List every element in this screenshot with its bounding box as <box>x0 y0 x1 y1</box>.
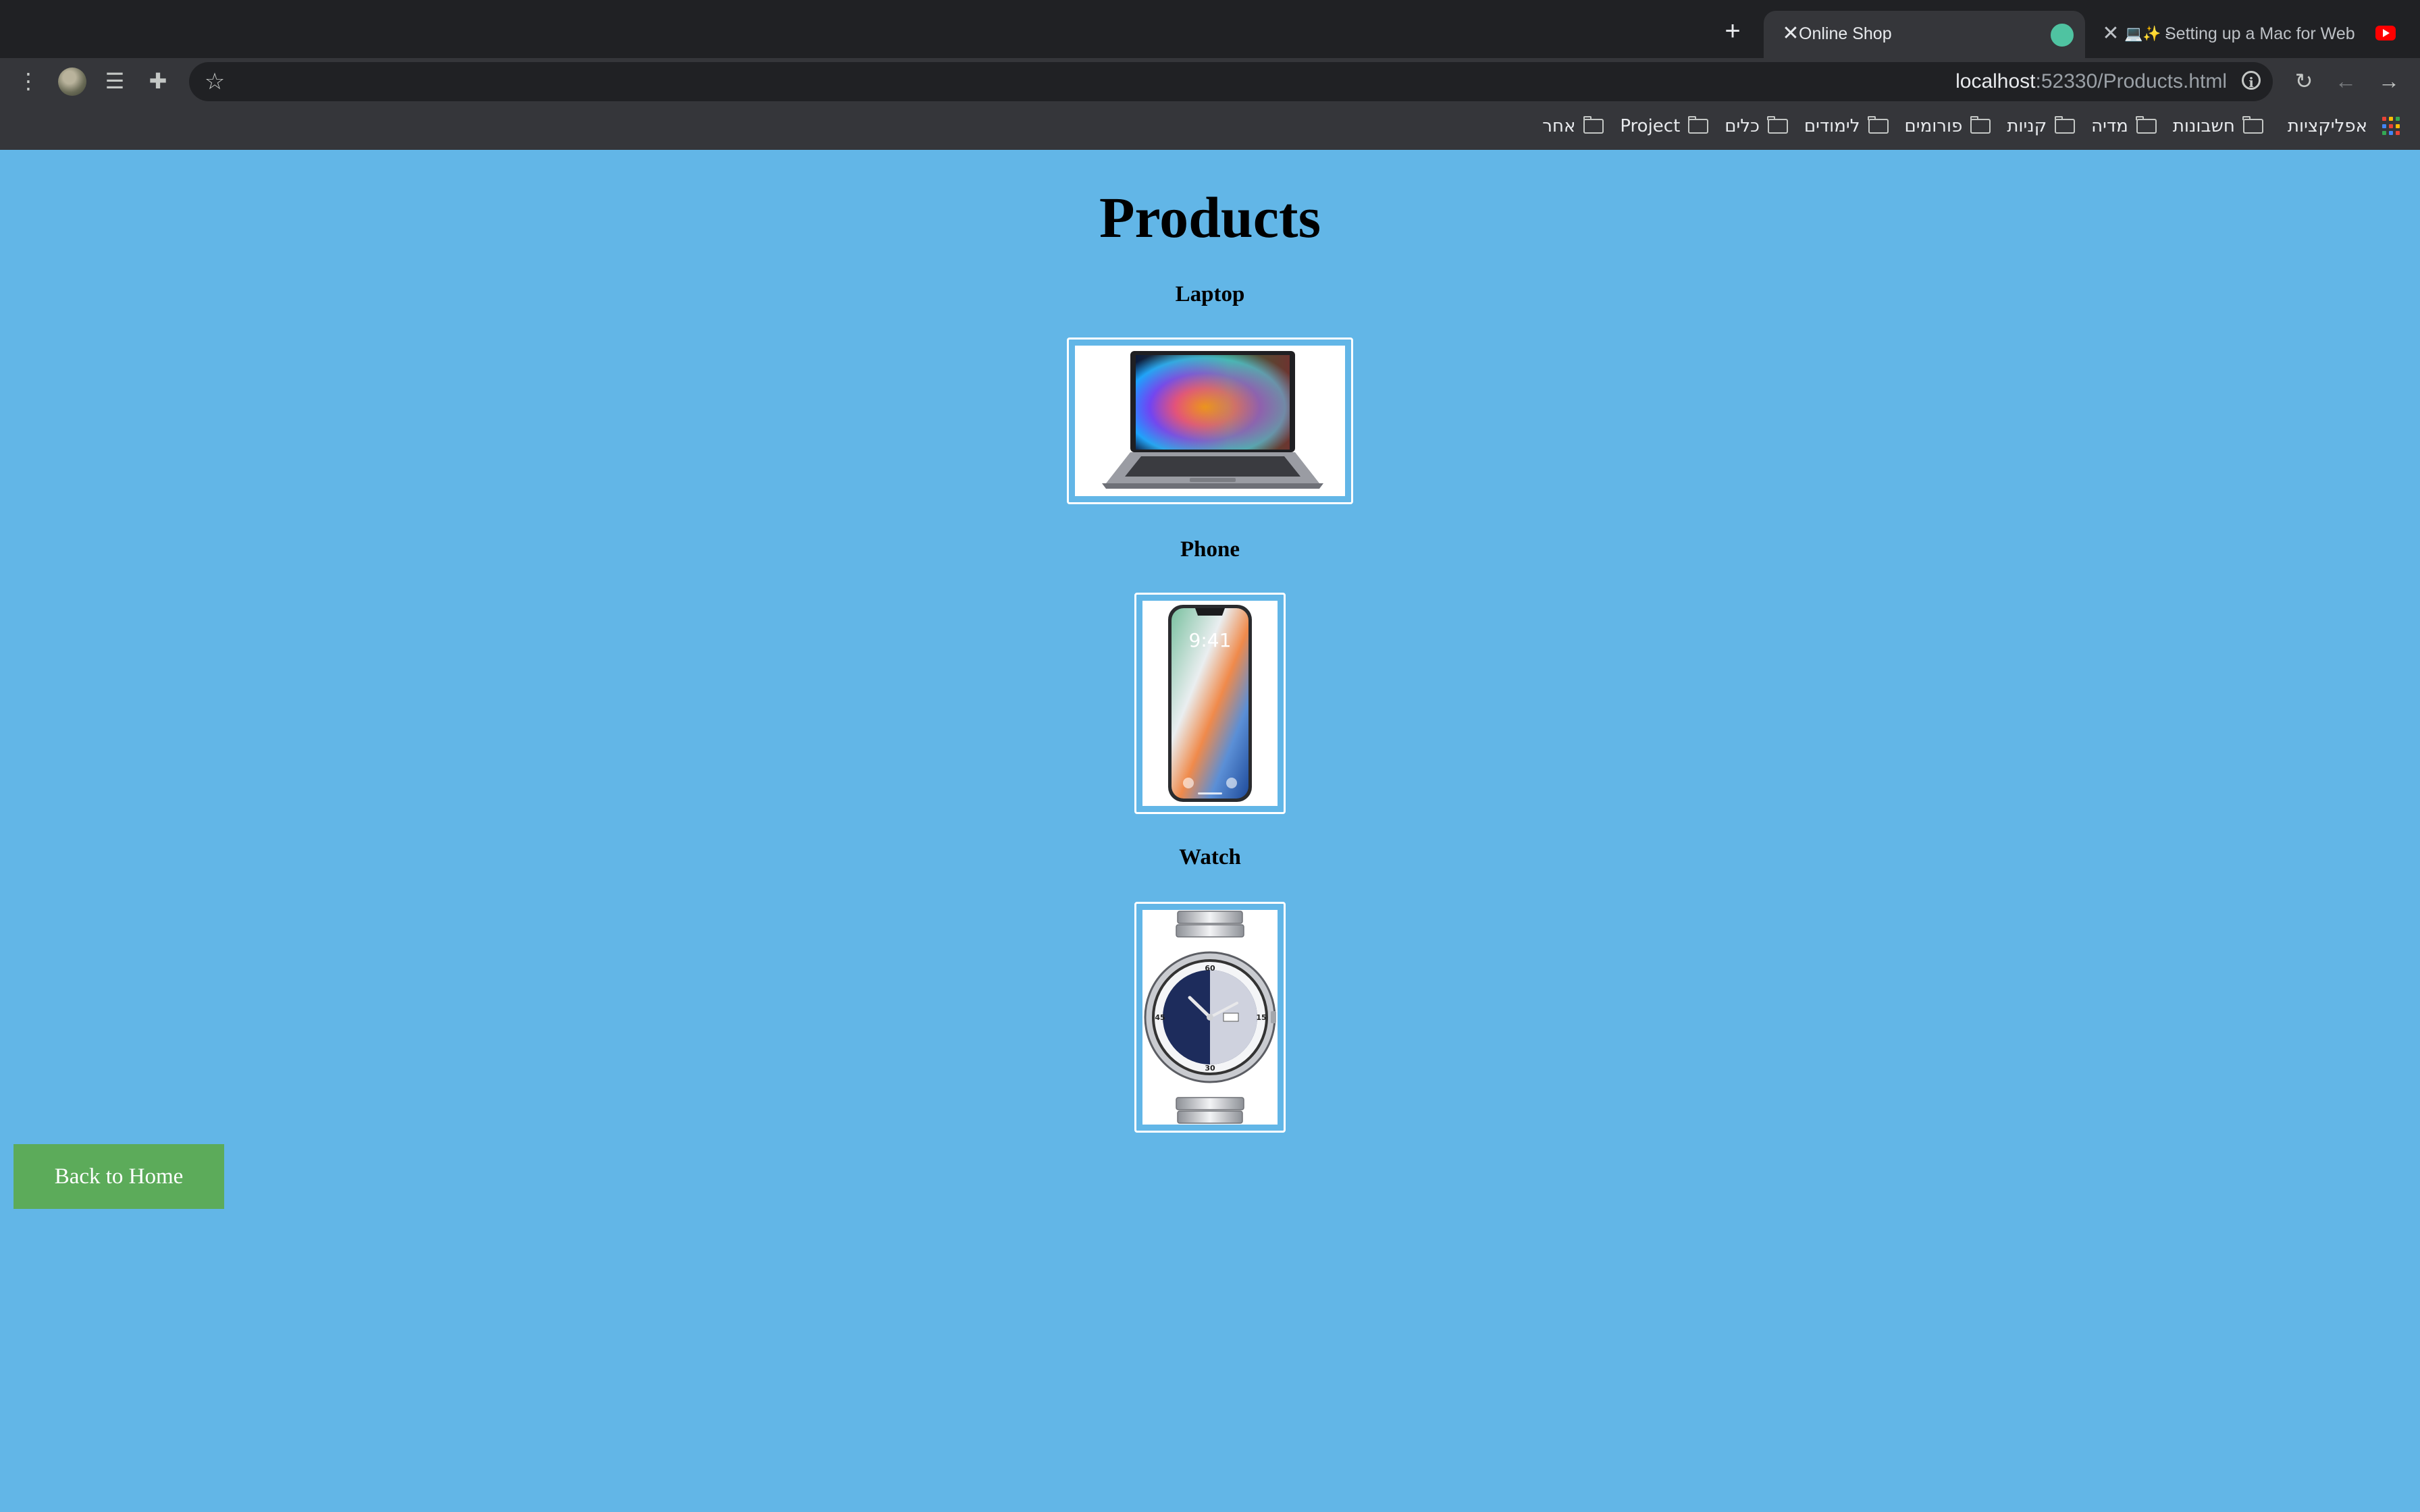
folder-icon <box>2054 116 2076 134</box>
folder-icon <box>2242 116 2263 134</box>
bookmark-label: קניות <box>2007 116 2047 136</box>
reading-list-icon[interactable]: ☰ <box>101 68 128 94</box>
bookmark-folder[interactable]: קניות <box>2007 116 2076 136</box>
back-arrow-icon[interactable]: ← <box>2332 68 2359 94</box>
address-bar[interactable]: ☆ localhost:52330/Products.html i <box>189 62 2273 101</box>
apps-grid-icon[interactable] <box>2382 117 2401 136</box>
profile-avatar[interactable] <box>58 68 86 96</box>
youtube-favicon-icon <box>2375 26 2396 40</box>
bookmark-folder[interactable]: מדיה <box>2091 116 2157 136</box>
bookmark-folder[interactable]: חשבונות <box>2173 116 2263 136</box>
folder-icon <box>1868 116 1889 134</box>
new-tab-button[interactable]: + <box>1719 18 1746 45</box>
bookmark-label: מדיה <box>2091 116 2128 136</box>
page-title: Products <box>1099 185 1321 250</box>
watch-numeral-top: 60 <box>1205 964 1215 973</box>
reload-icon[interactable]: ↻ <box>2290 68 2317 94</box>
bookmark-label: חשבונות <box>2172 116 2235 136</box>
folder-icon <box>1767 116 1788 134</box>
watch-image[interactable]: 60 30 45 15 <box>1142 910 1278 1125</box>
bookmark-label: פורומים <box>1904 116 1963 136</box>
tab-emoji: 💻✨ - <box>2124 25 2171 42</box>
folder-icon <box>1583 116 1604 134</box>
url-host: localhost <box>1955 70 2036 92</box>
watch-drawing: 60 30 45 15 <box>1144 911 1276 1124</box>
product-name-phone: Phone <box>1180 537 1240 562</box>
site-info-icon[interactable]: i <box>2242 71 2261 90</box>
bookmark-apps[interactable]: אפליקציות <box>2288 116 2367 136</box>
tab-strip: + ✕ Online Shop ✕ 💻✨ - Setting up a Mac … <box>0 0 2420 58</box>
product-name-watch: Watch <box>1179 845 1241 869</box>
url-path: :52330/Products.html <box>2035 70 2228 92</box>
watch-numeral-left: 45 <box>1155 1013 1165 1022</box>
phone-drawing: 9:41 <box>1168 605 1252 802</box>
bookmark-star-icon[interactable]: ☆ <box>201 68 228 95</box>
bookmark-label: כלים <box>1725 116 1760 136</box>
url-text[interactable]: localhost:52330/Products.html <box>1955 68 2227 95</box>
kebab-menu-icon[interactable]: ⋮ <box>15 68 42 94</box>
tab-online-shop[interactable]: ✕ Online Shop <box>1764 11 2085 58</box>
extensions-puzzle-icon[interactable]: ✚ <box>144 68 172 94</box>
tab-title: Online Shop <box>1799 24 1892 43</box>
phone-clock-text: 9:41 <box>1189 629 1232 651</box>
bookmarks-bar: אפליקציות חשבונות מדיה קניות פורומים לימ… <box>1526 111 2401 141</box>
product-name-laptop: Laptop <box>1175 282 1245 306</box>
page-content: Products Laptop Phone 9:41 Watch 60 30 4… <box>0 150 2420 1512</box>
bookmark-folder[interactable]: פורומים <box>1905 116 1991 136</box>
close-tab-icon[interactable]: ✕ <box>2097 20 2124 47</box>
back-to-home-button[interactable]: Back to Home <box>14 1144 224 1209</box>
laptop-drawing <box>1102 351 1323 489</box>
folder-icon <box>2136 116 2157 134</box>
watch-numeral-bottom: 30 <box>1205 1064 1215 1073</box>
forward-arrow-icon[interactable]: → <box>2375 68 2402 94</box>
bookmark-label: אחר <box>1542 116 1576 136</box>
browser-chrome: + ✕ Online Shop ✕ 💻✨ - Setting up a Mac … <box>0 0 2420 150</box>
bookmark-folder[interactable]: Project <box>1620 116 1709 136</box>
tab-title: Setting up a Mac for Web <box>2165 24 2355 43</box>
laptop-image[interactable] <box>1075 346 1345 496</box>
bookmark-folder[interactable]: כלים <box>1725 116 1788 136</box>
phone-image[interactable]: 9:41 <box>1142 601 1278 806</box>
watch-numeral-right: 15 <box>1256 1013 1266 1022</box>
tab-setting-up-mac[interactable]: ✕ 💻✨ - Setting up a Mac for Web <box>2093 11 2420 58</box>
bookmark-folder[interactable]: אחר <box>1542 116 1604 136</box>
folder-icon <box>1687 116 1709 134</box>
bookmark-label: Project <box>1620 116 1681 136</box>
extension-favicon-icon <box>2049 22 2076 49</box>
folder-icon <box>1970 116 1991 134</box>
bookmark-label: לימודים <box>1804 116 1860 136</box>
bookmark-folder[interactable]: לימודים <box>1804 116 1889 136</box>
